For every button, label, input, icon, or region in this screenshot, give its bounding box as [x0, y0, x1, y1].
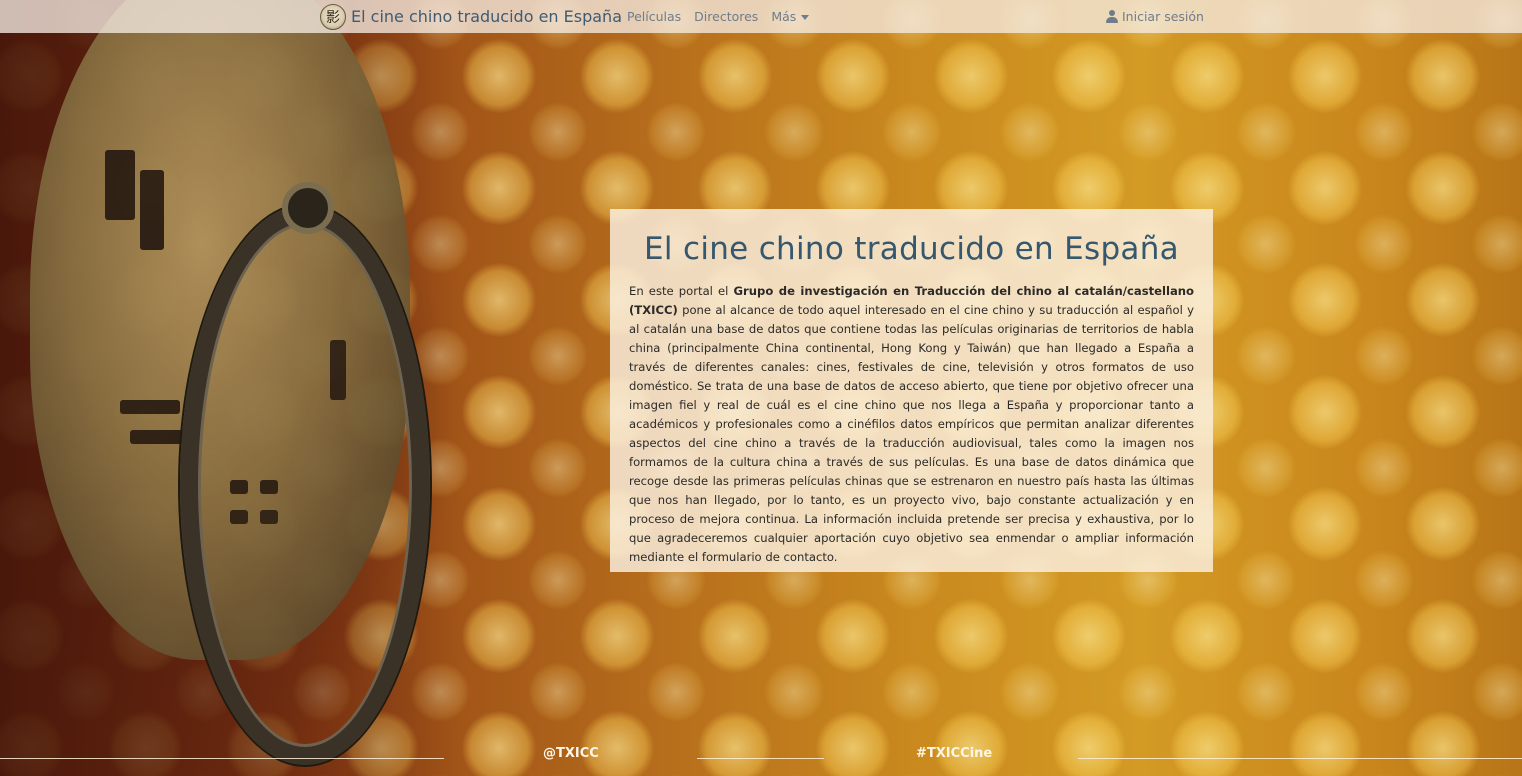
nav-more-dropdown[interactable]: Más [771, 9, 810, 24]
brand-home-link[interactable]: 影 El cine chino traducido en España [320, 3, 622, 30]
intro-card: El cine chino traducido en España En est… [610, 209, 1213, 572]
plate-mark [105, 150, 135, 220]
brand-logo-icon: 影 [320, 3, 346, 30]
door-knocker-ring [180, 205, 430, 765]
nav-directors-link[interactable]: Directores [694, 9, 758, 24]
intro-text-body: pone al alcance de todo aquel interesado… [629, 303, 1194, 564]
brand-title: El cine chino traducido en España [351, 7, 622, 26]
footer-divider [697, 758, 824, 759]
intro-paragraph: En este portal el Grupo de investigación… [629, 282, 1194, 567]
intro-text-start: En este portal el [629, 284, 734, 298]
page-title: El cine chino traducido en España [644, 231, 1179, 267]
top-navbar: 影 El cine chino traducido en España Pelí… [0, 0, 1522, 33]
plate-mark [140, 170, 164, 250]
door-knocker-hinge [282, 182, 334, 234]
hashtag-link[interactable]: #TXICCine [916, 746, 992, 761]
caret-down-icon [801, 15, 810, 20]
footer-divider [1078, 758, 1522, 759]
footer-divider [0, 758, 444, 759]
user-icon [1106, 10, 1118, 23]
nav-more-label: Más [771, 9, 797, 24]
login-link[interactable]: Iniciar sesión [1106, 0, 1204, 33]
twitter-handle-link[interactable]: @TXICC [543, 746, 599, 761]
plate-mark [120, 400, 180, 414]
nav-films-link[interactable]: Películas [627, 9, 681, 24]
nav-links: Películas Directores Más [627, 0, 810, 33]
login-label: Iniciar sesión [1122, 9, 1204, 24]
